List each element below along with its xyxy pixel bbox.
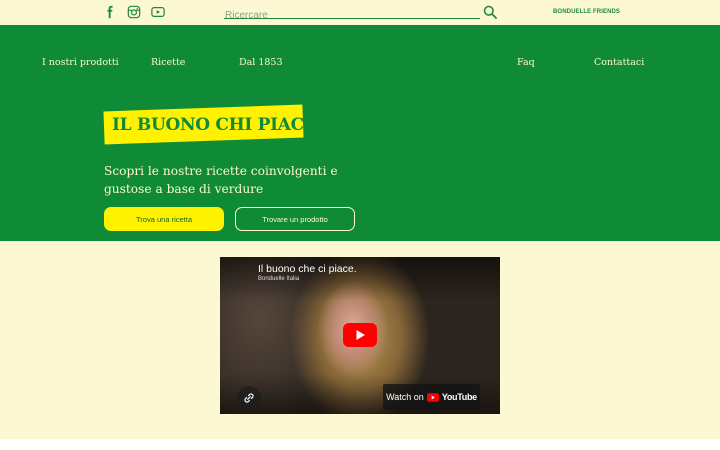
search-field [224, 3, 480, 23]
video-title[interactable]: Il buono che ci piace. [258, 263, 357, 275]
find-product-button[interactable]: Trovare un prodotto [235, 207, 355, 231]
hero-subtitle: Scopri le nostre ricette coinvolgenti e … [104, 164, 338, 196]
watch-on-youtube-button[interactable]: Watch on YouTube [383, 384, 480, 410]
search-icon[interactable] [483, 4, 497, 19]
nav-item-products[interactable]: I nostri prodotti [42, 57, 119, 68]
watch-on-label: Watch on [386, 392, 424, 402]
video-player[interactable]: Il buono che ci piace. Bonduelle Italia … [220, 257, 500, 414]
instagram-icon[interactable] [126, 4, 142, 20]
channel-avatar[interactable] [228, 263, 252, 287]
video-section: Il buono che ci piace. Bonduelle Italia … [0, 241, 720, 439]
youtube-wordmark: YouTube [441, 392, 477, 402]
bonduelle-friends-link[interactable]: BONDUELLE FRIENDS [553, 9, 620, 15]
hero-headline: IL BUONO CHI PIACE [112, 115, 317, 135]
find-recipe-button[interactable]: Trova una ricetta [104, 207, 224, 231]
youtube-icon[interactable] [150, 4, 166, 20]
nav-item-contact[interactable]: Contattaci [594, 57, 644, 68]
hero-section: I nostri prodotti Ricette Dal 1853 Faq C… [0, 25, 720, 241]
nav-item-recipes[interactable]: Ricette [151, 57, 185, 68]
youtube-logo-icon [426, 392, 439, 402]
video-channel: Bonduelle Italia [258, 276, 300, 282]
play-icon[interactable] [343, 323, 377, 347]
top-bar: BONDUELLE FRIENDS [0, 0, 720, 25]
nav-item-faq[interactable]: Faq [517, 57, 535, 68]
link-icon[interactable] [237, 386, 261, 410]
nav-item-history[interactable]: Dal 1853 [239, 57, 283, 68]
page-footer-edge [0, 439, 720, 450]
facebook-icon[interactable] [102, 4, 118, 20]
search-input[interactable] [224, 8, 480, 23]
